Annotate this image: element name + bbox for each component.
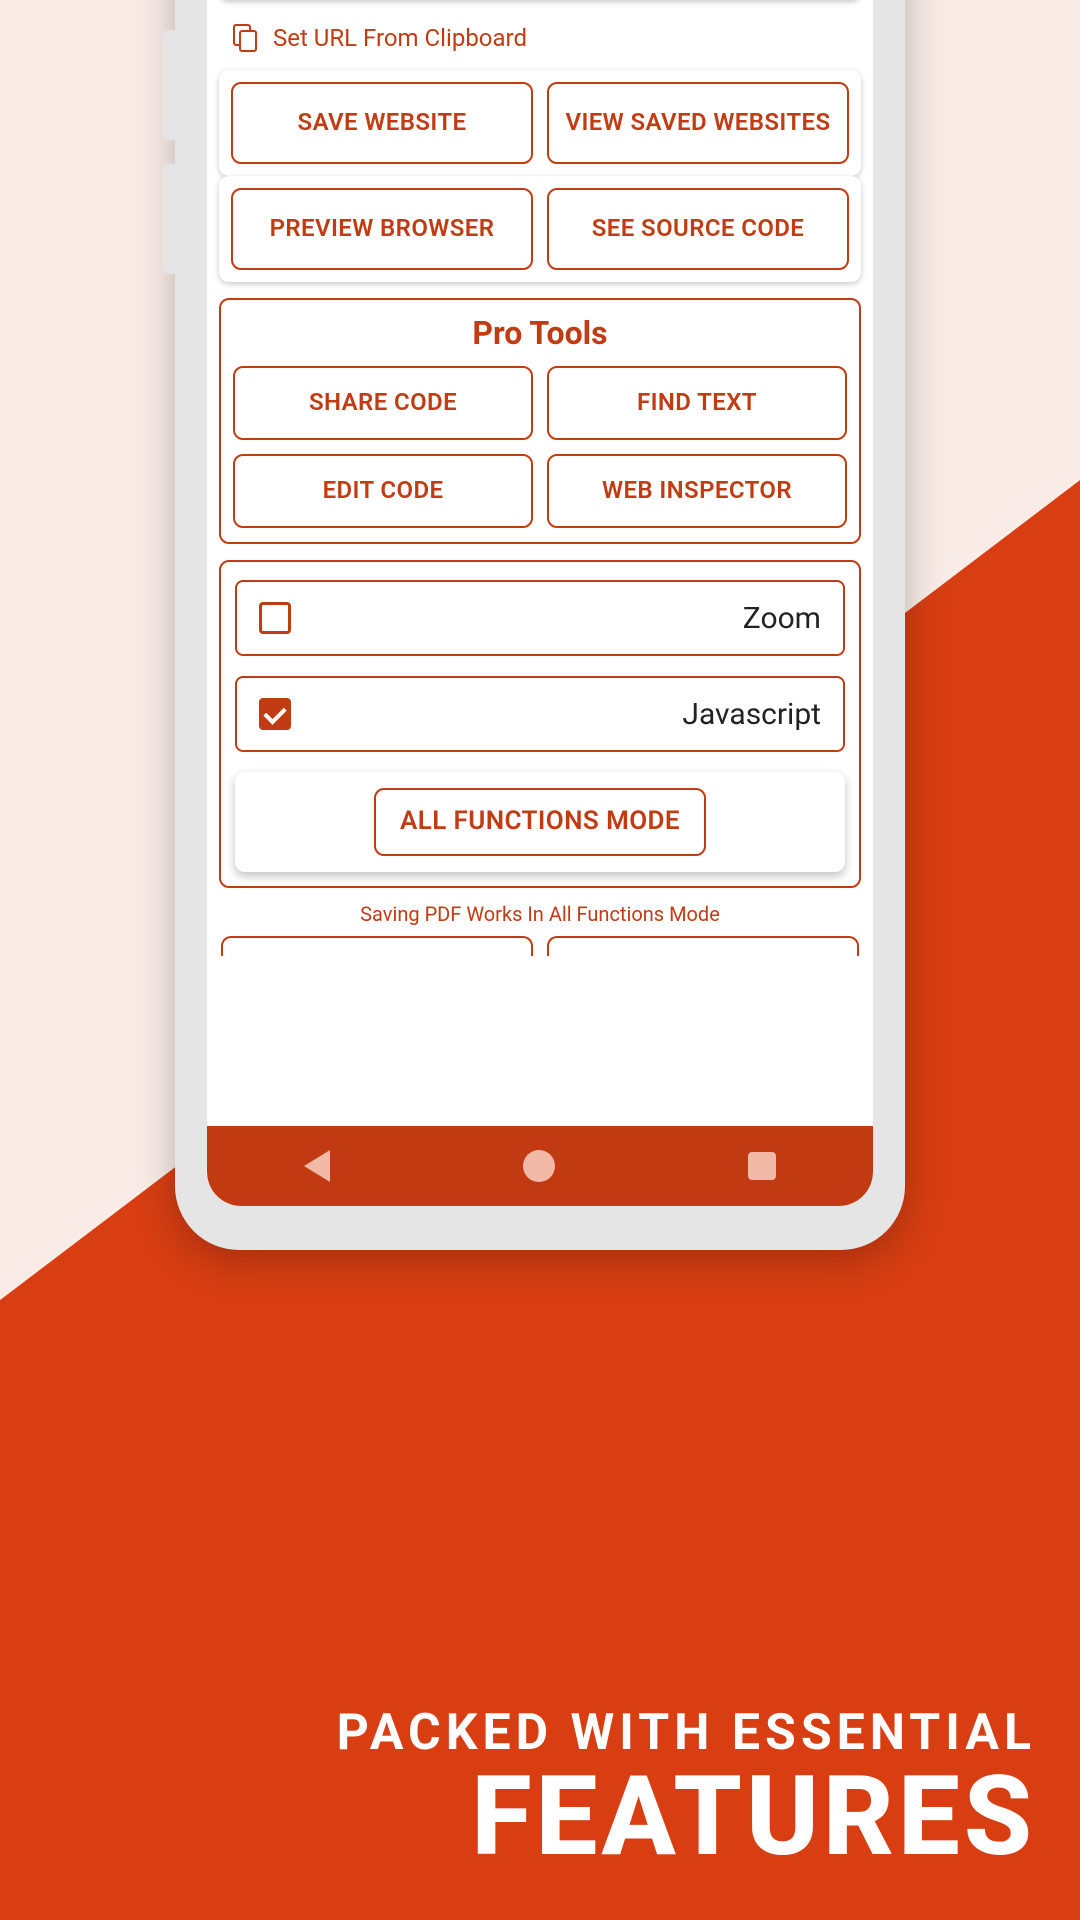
see-source-code-button[interactable]: SEE SOURCE CODE	[547, 188, 849, 270]
javascript-label: Javascript	[682, 697, 821, 732]
all-functions-card: ALL FUNCTIONS MODE	[235, 772, 845, 872]
footnote-text: Saving PDF Works In All Functions Mode	[219, 902, 861, 926]
clipboard-label: Set URL From Clipboard	[273, 24, 527, 52]
zoom-option-row[interactable]: Zoom	[235, 580, 845, 656]
home-icon[interactable]	[523, 1150, 555, 1182]
share-code-button[interactable]: SHARE CODE	[233, 366, 533, 440]
primary-actions-row-2: PREVIEW BROWSER SEE SOURCE CODE	[219, 176, 861, 282]
device-volume-down	[163, 164, 175, 274]
preview-browser-button[interactable]: PREVIEW BROWSER	[231, 188, 533, 270]
android-navbar	[207, 1126, 873, 1206]
peek-button-right[interactable]	[547, 936, 859, 956]
phone-frame: URL : Set URL From Clipboard SAVE WEBSIT…	[175, 0, 905, 1250]
phone-screen: URL : Set URL From Clipboard SAVE WEBSIT…	[207, 0, 873, 1206]
headline-line-2: FEATURES	[337, 1762, 1036, 1872]
javascript-option-row[interactable]: Javascript	[235, 676, 845, 752]
edit-code-button[interactable]: EDIT CODE	[233, 454, 533, 528]
peek-button-left[interactable]	[221, 936, 533, 956]
find-text-button[interactable]: FIND TEXT	[547, 366, 847, 440]
web-inspector-button[interactable]: WEB INSPECTOR	[547, 454, 847, 528]
javascript-checkbox[interactable]	[259, 698, 291, 730]
options-panel: Zoom Javascript ALL FUNCTIONS MODE	[219, 560, 861, 888]
pro-tools-panel: Pro Tools SHARE CODE FIND TEXT EDIT CODE…	[219, 298, 861, 544]
primary-actions-row-1: SAVE WEBSITE VIEW SAVED WEBSITES	[219, 70, 861, 176]
save-website-button[interactable]: SAVE WEBSITE	[231, 82, 533, 164]
marketing-headline: PACKED WITH ESSENTIAL FEATURES	[337, 1704, 1036, 1872]
copy-icon	[231, 24, 259, 52]
device-volume-up	[163, 30, 175, 140]
pro-tools-title: Pro Tools	[233, 314, 847, 352]
zoom-label: Zoom	[743, 601, 821, 636]
set-url-from-clipboard[interactable]: Set URL From Clipboard	[219, 16, 861, 70]
app-content: URL : Set URL From Clipboard SAVE WEBSIT…	[207, 0, 873, 1126]
back-icon[interactable]	[304, 1150, 330, 1182]
peeking-button-row	[219, 936, 861, 956]
all-functions-mode-button[interactable]: ALL FUNCTIONS MODE	[374, 788, 706, 856]
zoom-checkbox[interactable]	[259, 602, 291, 634]
view-saved-websites-button[interactable]: VIEW SAVED WEBSITES	[547, 82, 849, 164]
recents-icon[interactable]	[748, 1152, 776, 1180]
